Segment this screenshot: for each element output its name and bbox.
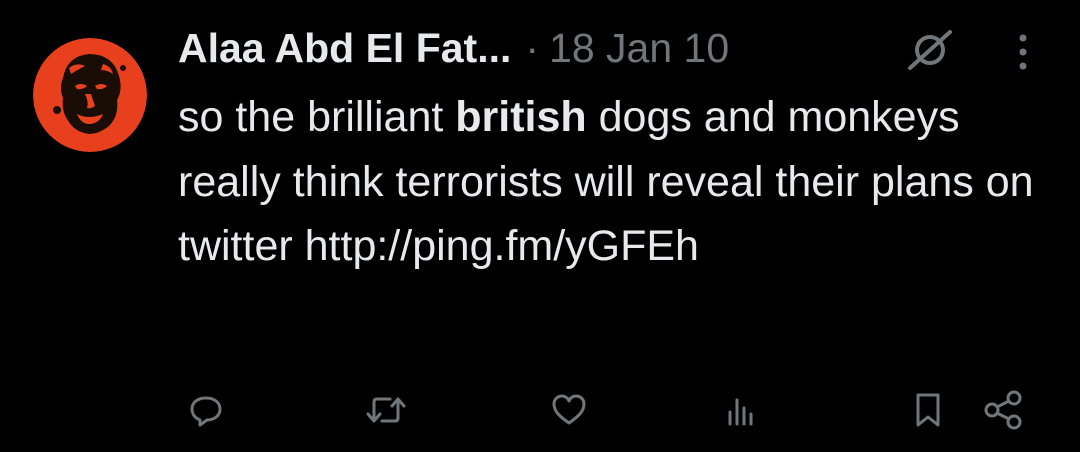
header-separator: · xyxy=(525,24,540,71)
tweet-link[interactable]: http://ping.fm/yGFEh xyxy=(305,222,699,270)
bookmark-icon[interactable] xyxy=(906,388,950,432)
reply-icon[interactable] xyxy=(184,388,228,432)
tweet-date[interactable]: 18 Jan 10 xyxy=(549,25,729,72)
tweet-card[interactable]: Alaa Abd El Fat... · 18 Jan 10 so the br… xyxy=(0,0,1080,452)
avatar[interactable] xyxy=(33,38,147,152)
retweet-icon[interactable] xyxy=(364,388,408,432)
more-vertical-icon[interactable] xyxy=(1008,30,1038,74)
views-icon[interactable] xyxy=(718,388,762,432)
avatar-image xyxy=(33,38,147,152)
eye-slash-icon xyxy=(904,30,956,70)
tweet-text-bold: british xyxy=(455,93,587,141)
author-name[interactable]: Alaa Abd El Fat... xyxy=(178,25,511,72)
tweet-text-prefix: so the brilliant xyxy=(178,93,456,141)
share-icon[interactable] xyxy=(982,388,1026,432)
heart-icon[interactable] xyxy=(547,388,591,432)
action-bar xyxy=(0,388,1080,432)
tweet-text: so the brilliant british dogs and monkey… xyxy=(178,85,1058,279)
